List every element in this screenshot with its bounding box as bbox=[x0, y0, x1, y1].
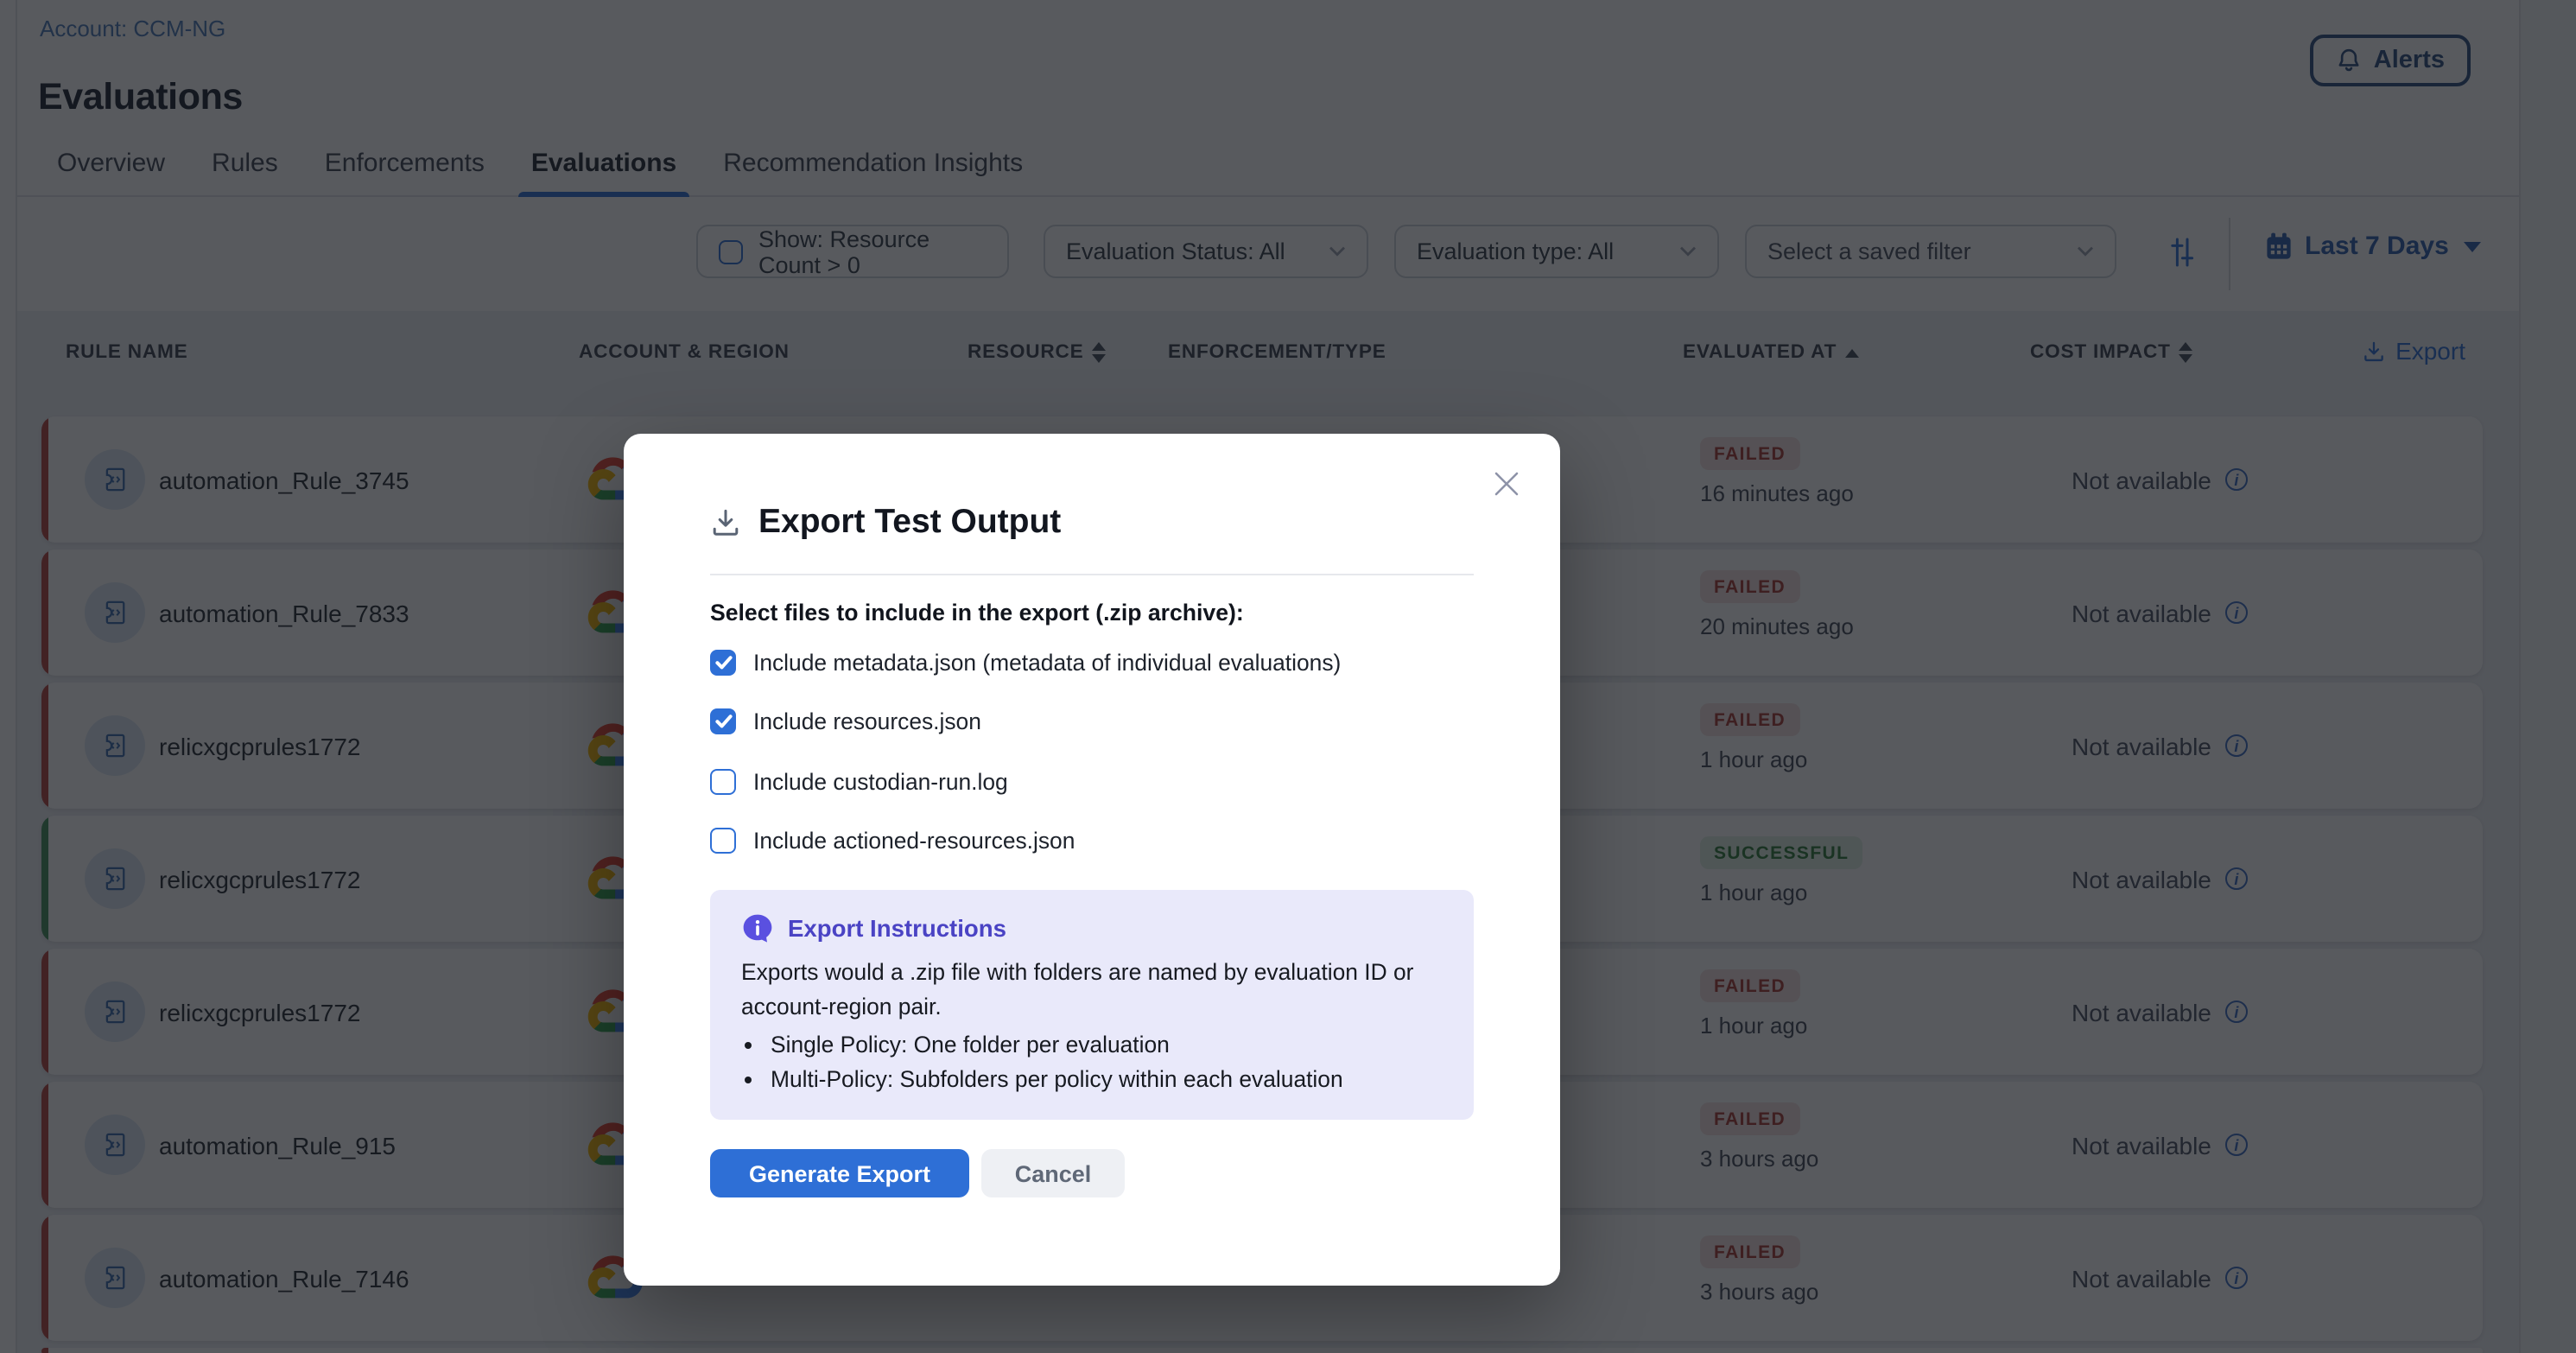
checkbox[interactable] bbox=[710, 650, 736, 676]
export-option-label: Include metadata.json (metadata of indiv… bbox=[753, 650, 1341, 676]
info-bubble-icon bbox=[741, 912, 774, 945]
export-instructions-title: Export Instructions bbox=[788, 916, 1006, 942]
export-option-label: Include resources.json bbox=[753, 709, 981, 735]
cancel-button[interactable]: Cancel bbox=[981, 1149, 1125, 1197]
generate-export-button[interactable]: Generate Export bbox=[710, 1149, 969, 1197]
app-stage: Account: CCM-NG Evaluations Alerts Overv… bbox=[0, 0, 2576, 1353]
export-option-label: Include actioned-resources.json bbox=[753, 828, 1075, 854]
close-icon[interactable] bbox=[1491, 468, 1522, 499]
select-files-label: Select files to include in the export (.… bbox=[710, 600, 1244, 626]
export-instructions-bullets: Single Policy: One folder per evaluation… bbox=[741, 1028, 1443, 1097]
export-option[interactable]: Include resources.json bbox=[710, 709, 981, 735]
checkbox[interactable] bbox=[710, 709, 736, 735]
export-option[interactable]: Include custodian-run.log bbox=[710, 768, 1008, 794]
checkbox[interactable] bbox=[710, 828, 736, 854]
export-option[interactable]: Include actioned-resources.json bbox=[710, 828, 1075, 854]
export-option[interactable]: Include metadata.json (metadata of indiv… bbox=[710, 650, 1341, 676]
instruction-bullet: Multi-Policy: Subfolders per policy with… bbox=[771, 1063, 1443, 1097]
instruction-bullet: Single Policy: One folder per evaluation bbox=[771, 1028, 1443, 1063]
export-instructions-box: Export Instructions Exports would a .zip… bbox=[710, 890, 1474, 1121]
export-test-output-modal: Export Test Output Select files to inclu… bbox=[624, 434, 1560, 1286]
export-option-label: Include custodian-run.log bbox=[753, 768, 1008, 794]
modal-title: Export Test Output bbox=[758, 503, 1061, 543]
modal-divider bbox=[710, 574, 1474, 575]
download-icon bbox=[710, 506, 741, 539]
checkbox[interactable] bbox=[710, 768, 736, 794]
export-instructions-body: Exports would a .zip file with folders a… bbox=[741, 956, 1443, 1025]
